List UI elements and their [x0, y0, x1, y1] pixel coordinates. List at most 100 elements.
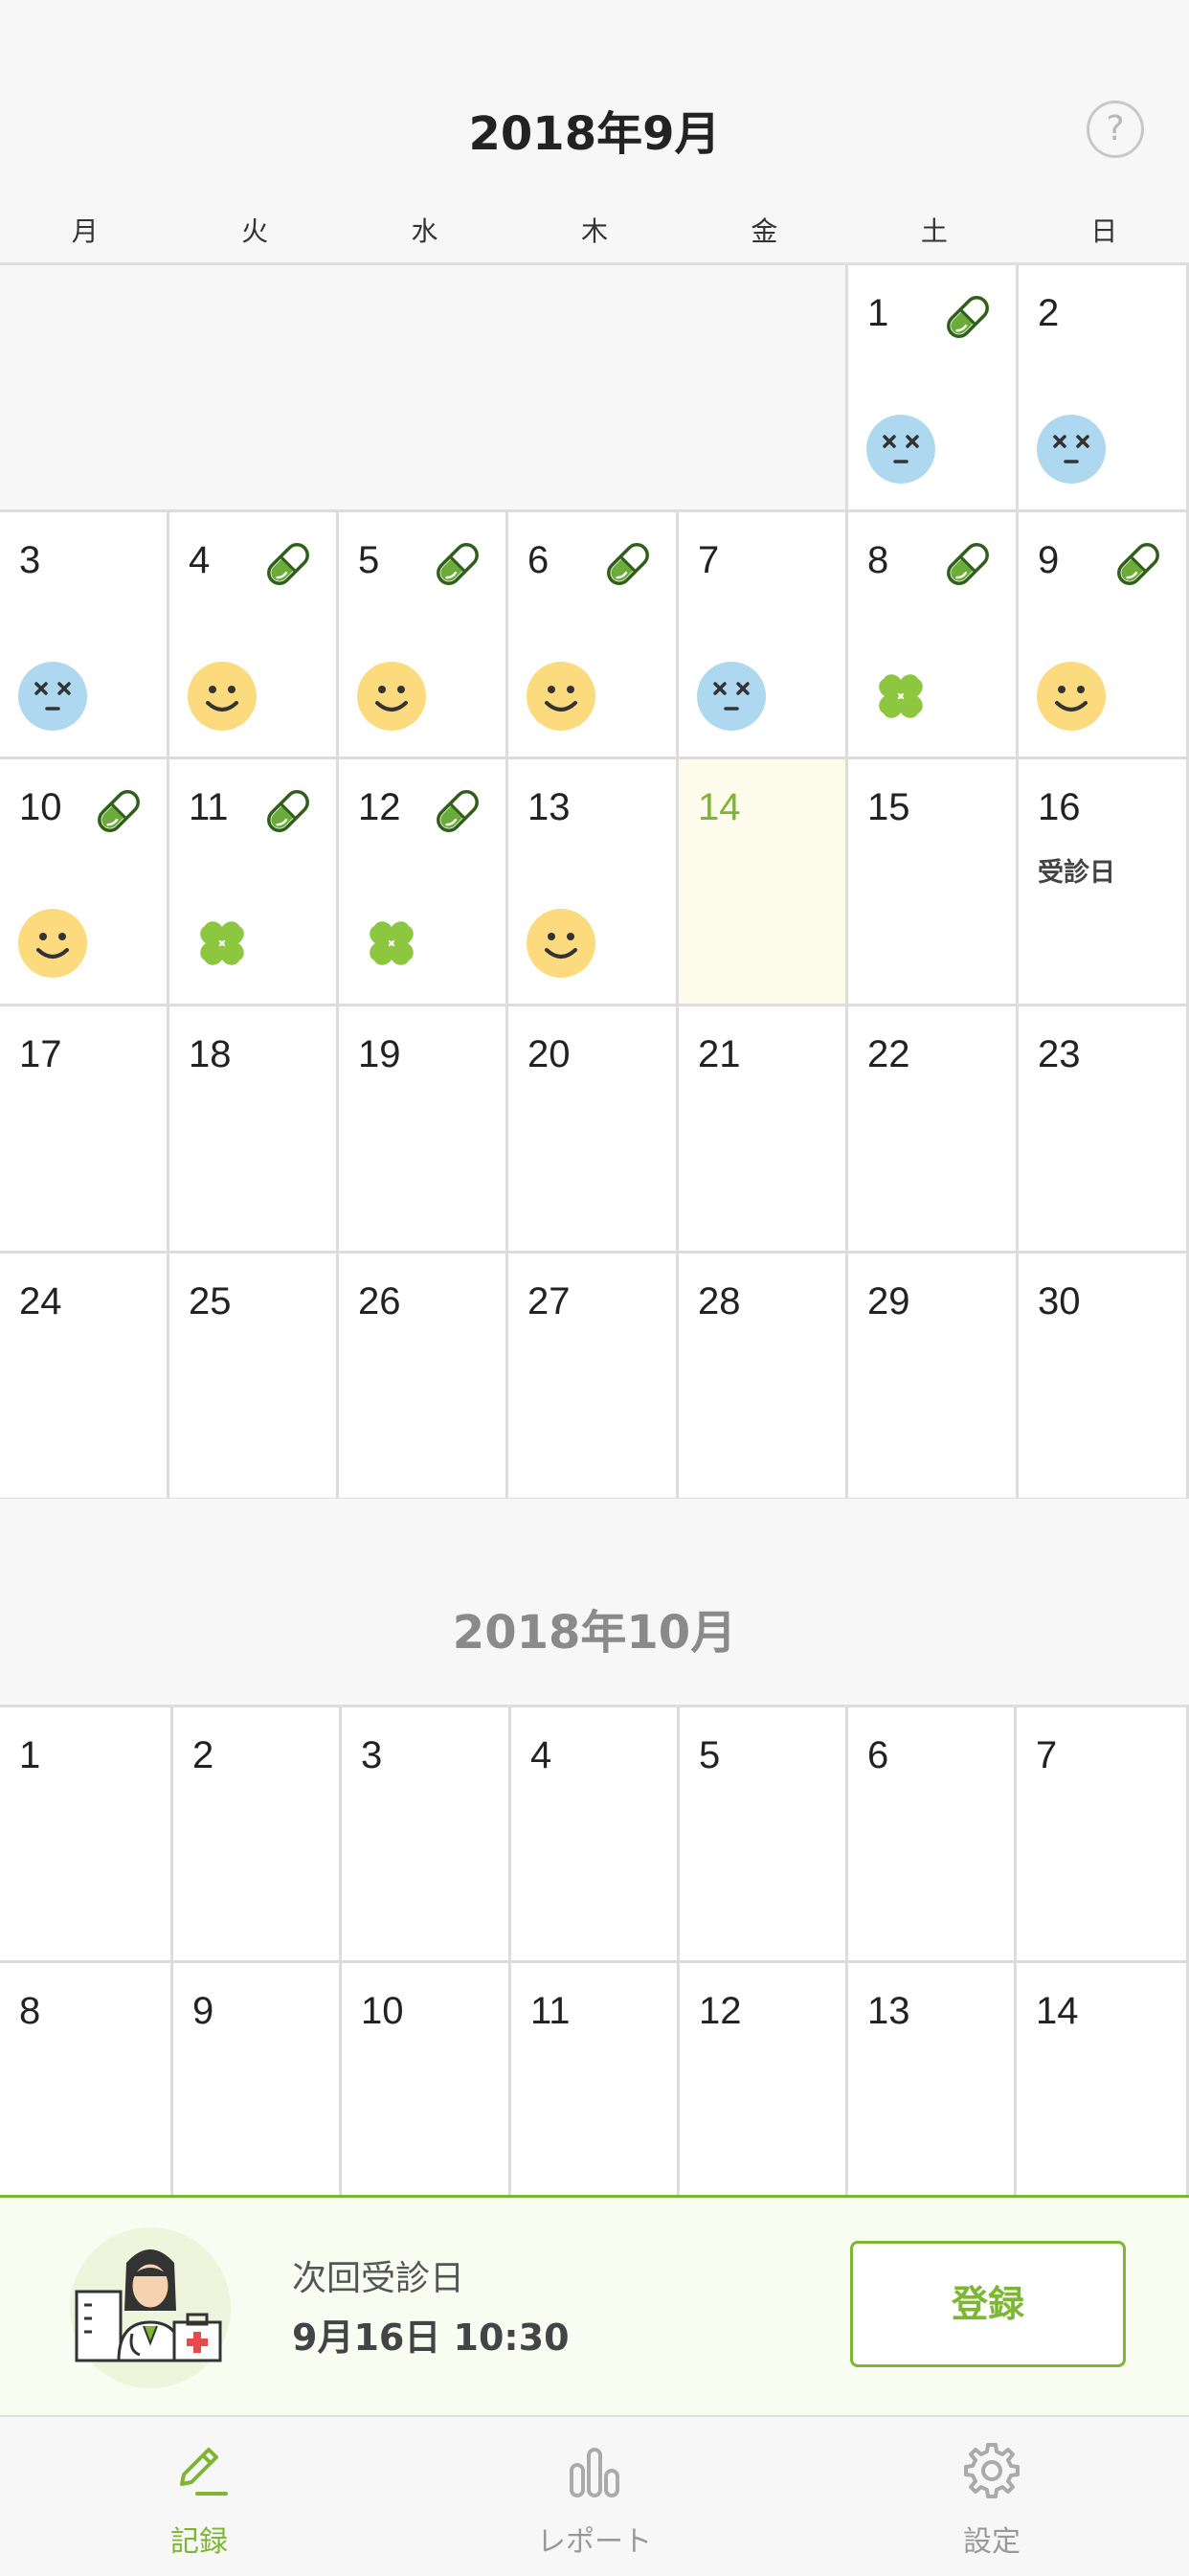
empty-days-area: [0, 265, 848, 512]
day-cell[interactable]: 27: [508, 1254, 679, 1501]
day-number: 29: [867, 1280, 910, 1322]
bar-chart-icon: [570, 2448, 619, 2497]
tab-settings[interactable]: 設定: [877, 2417, 1107, 2576]
day-cell-today[interactable]: 14: [679, 759, 848, 1006]
day-cell[interactable]: 2: [173, 1707, 342, 1963]
day-cell[interactable]: 12: [339, 759, 508, 1006]
day-cell[interactable]: 6: [508, 512, 679, 759]
day-number: 30: [1038, 1280, 1081, 1322]
day-number: 10: [19, 786, 62, 828]
day-cell[interactable]: 12: [680, 1963, 848, 2219]
day-cell[interactable]: 24: [0, 1254, 169, 1501]
day-number: 10: [361, 1990, 404, 2032]
day-cell[interactable]: 23: [1019, 1006, 1189, 1254]
weekday-label: 日: [1090, 215, 1118, 247]
day-cell[interactable]: 20: [508, 1006, 679, 1254]
day-number: 26: [358, 1280, 401, 1322]
day-cell[interactable]: 6: [848, 1707, 1017, 1963]
day-cell[interactable]: 5: [680, 1707, 848, 1963]
day-cell[interactable]: 11: [169, 759, 339, 1006]
day-cell[interactable]: 13: [848, 1963, 1017, 2219]
month-title: 2018年9月: [468, 107, 721, 161]
day-cell[interactable]: 11: [511, 1963, 680, 2219]
day-cell[interactable]: 14: [1017, 1963, 1189, 2219]
day-number: 28: [698, 1280, 741, 1322]
day-cell[interactable]: 28: [679, 1254, 848, 1501]
day-cell[interactable]: 8: [848, 512, 1019, 759]
weekday-label: 水: [411, 215, 438, 247]
tab-record-label: 記録: [170, 2525, 228, 2559]
day-number: 21: [698, 1033, 741, 1075]
day-cell[interactable]: 13: [508, 759, 679, 1006]
tab-report[interactable]: レポート: [480, 2417, 709, 2576]
day-number: 2: [192, 1734, 214, 1776]
pill-icon: [261, 537, 315, 591]
day-number: 1: [867, 292, 889, 334]
day-number: 15: [867, 786, 910, 828]
day-cell[interactable]: 1: [0, 1707, 173, 1963]
day-cell[interactable]: 22: [848, 1006, 1019, 1254]
pill-icon: [92, 784, 146, 838]
day-cell[interactable]: 29: [848, 1254, 1019, 1501]
day-cell[interactable]: 19: [339, 1006, 508, 1254]
day-cell[interactable]: 1: [848, 265, 1019, 512]
day-number: 13: [867, 1990, 910, 2032]
day-cell[interactable]: 15: [848, 759, 1019, 1006]
day-cell[interactable]: 8: [0, 1963, 173, 2219]
day-cell[interactable]: 7: [1017, 1707, 1189, 1963]
day-number: 11: [530, 1990, 571, 2032]
day-number: 14: [698, 786, 741, 828]
day-cell[interactable]: 7: [679, 512, 848, 759]
day-number: 2: [1038, 292, 1060, 334]
dizzy-face-icon: [696, 661, 767, 732]
smile-face-icon: [17, 908, 88, 979]
day-cell[interactable]: 3: [0, 512, 169, 759]
day-cell[interactable]: 18: [169, 1006, 339, 1254]
day-number: 13: [527, 786, 571, 828]
day-cell[interactable]: 5: [339, 512, 508, 759]
day-number: 14: [1036, 1990, 1079, 2032]
day-cell[interactable]: 9: [173, 1963, 342, 2219]
smile-face-icon: [526, 661, 596, 732]
tab-bar: 記録 レポート 設定: [0, 2415, 1189, 2574]
tab-settings-label: 設定: [963, 2525, 1021, 2559]
day-cell[interactable]: 2: [1019, 265, 1189, 512]
day-cell[interactable]: 26: [339, 1254, 508, 1501]
day-number: 4: [189, 539, 211, 581]
help-button[interactable]: ?: [1087, 101, 1144, 158]
smile-face-icon: [526, 908, 596, 979]
day-number: 22: [867, 1033, 910, 1075]
day-number: 12: [358, 786, 401, 828]
day-cell[interactable]: 4: [511, 1707, 680, 1963]
clover-icon: [865, 661, 936, 732]
day-number: 12: [699, 1990, 742, 2032]
day-cell[interactable]: 10: [342, 1963, 511, 2219]
day-number: 8: [19, 1990, 41, 2032]
smile-face-icon: [187, 661, 258, 732]
clover-icon: [187, 908, 258, 979]
day-number: 9: [1038, 539, 1060, 581]
day-number: 6: [867, 1734, 889, 1776]
weekday-row: 月 火 水 木 金 土 日: [0, 211, 1189, 264]
day-cell[interactable]: 4: [169, 512, 339, 759]
day-number: 8: [867, 539, 889, 581]
next-appointment-label: 次回受診日: [292, 2259, 465, 2298]
day-cell[interactable]: 3: [342, 1707, 511, 1963]
dizzy-face-icon: [1036, 414, 1107, 485]
register-button[interactable]: 登録: [850, 2241, 1126, 2367]
day-cell[interactable]: 30: [1019, 1254, 1189, 1501]
day-cell[interactable]: 25: [169, 1254, 339, 1501]
day-cell[interactable]: 9: [1019, 512, 1189, 759]
pill-icon: [261, 784, 315, 838]
pill-icon: [941, 537, 995, 591]
gear-icon: [964, 2443, 1020, 2498]
day-number: 3: [19, 539, 41, 581]
day-number: 7: [698, 539, 720, 581]
day-cell[interactable]: 10: [0, 759, 169, 1006]
doctor-avatar-icon: [70, 2227, 231, 2388]
tab-record[interactable]: 記録: [84, 2417, 314, 2576]
day-number: 1: [19, 1734, 41, 1776]
day-cell[interactable]: 17: [0, 1006, 169, 1254]
day-cell[interactable]: 21: [679, 1006, 848, 1254]
day-cell[interactable]: 16 受診日: [1019, 759, 1189, 1006]
